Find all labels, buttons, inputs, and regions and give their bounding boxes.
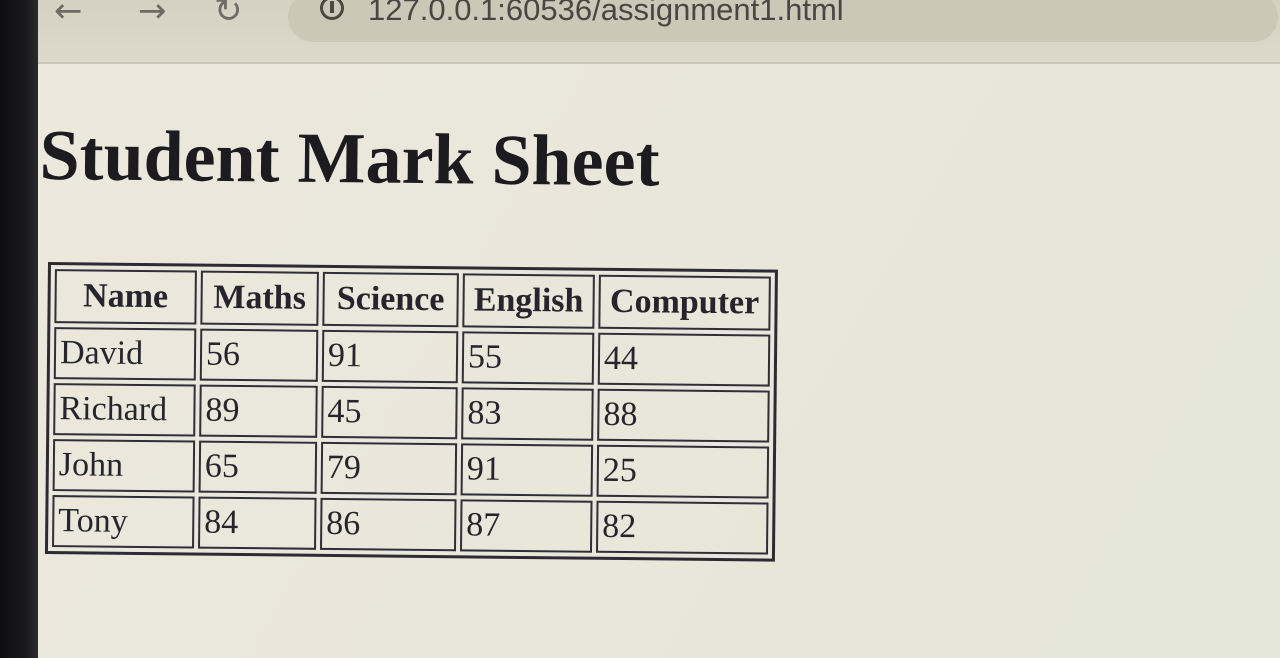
cell-computer: 82 bbox=[595, 500, 769, 555]
url-text[interactable]: 127.0.0.1:60536/assignment1.html bbox=[368, 0, 844, 28]
cell-computer: 25 bbox=[596, 444, 770, 499]
cell-english: 87 bbox=[459, 499, 593, 553]
cell-science: 91 bbox=[321, 329, 459, 384]
cell-science: 86 bbox=[320, 497, 457, 552]
arrow-right-icon: → bbox=[138, 0, 167, 31]
cell-maths: 89 bbox=[199, 384, 318, 438]
cell-english: 83 bbox=[461, 387, 594, 441]
back-button[interactable]: ← bbox=[54, 0, 83, 28]
header-computer: Computer bbox=[598, 274, 771, 331]
cell-maths: 65 bbox=[198, 440, 318, 494]
cell-name: John bbox=[52, 439, 196, 493]
cell-science: 79 bbox=[320, 441, 458, 496]
table-header-row: Name Maths Science English Computer bbox=[54, 269, 771, 331]
arrow-left-icon: ← bbox=[54, 0, 83, 31]
cell-english: 91 bbox=[460, 443, 594, 497]
table-row: Tony 84 86 87 82 bbox=[52, 495, 769, 555]
cell-name: Tony bbox=[52, 495, 195, 549]
header-english: English bbox=[462, 273, 595, 329]
cell-computer: 88 bbox=[597, 388, 770, 443]
info-icon[interactable] bbox=[320, 0, 344, 20]
marks-table: Name Maths Science English Computer Davi… bbox=[44, 262, 778, 562]
table-row: John 65 79 91 25 bbox=[52, 439, 770, 499]
cell-name: Richard bbox=[53, 383, 196, 437]
screen-bezel bbox=[0, 0, 38, 658]
cell-science: 45 bbox=[321, 385, 458, 440]
header-name: Name bbox=[54, 269, 197, 325]
table-row: David 56 91 55 44 bbox=[53, 327, 771, 387]
reload-icon: ↻ bbox=[214, 0, 243, 31]
forward-button[interactable]: → bbox=[138, 0, 167, 28]
page-title: Student Mark Sheet bbox=[39, 114, 660, 202]
cell-english: 55 bbox=[461, 331, 595, 385]
page-content: Student Mark Sheet Name Maths Science En… bbox=[38, 64, 1280, 658]
address-bar[interactable]: 127.0.0.1:60536/assignment1.html bbox=[288, 0, 1278, 42]
cell-computer: 44 bbox=[597, 332, 771, 387]
browser-toolbar: ← → ↻ 127.0.0.1:60536/assignment1.html bbox=[38, 0, 1280, 64]
cell-maths: 56 bbox=[199, 328, 319, 382]
table-row: Richard 89 45 83 88 bbox=[53, 383, 770, 443]
header-science: Science bbox=[322, 271, 459, 328]
header-maths: Maths bbox=[200, 270, 319, 326]
reload-button[interactable]: ↻ bbox=[214, 0, 243, 28]
cell-maths: 84 bbox=[198, 496, 317, 550]
cell-name: David bbox=[53, 327, 197, 381]
